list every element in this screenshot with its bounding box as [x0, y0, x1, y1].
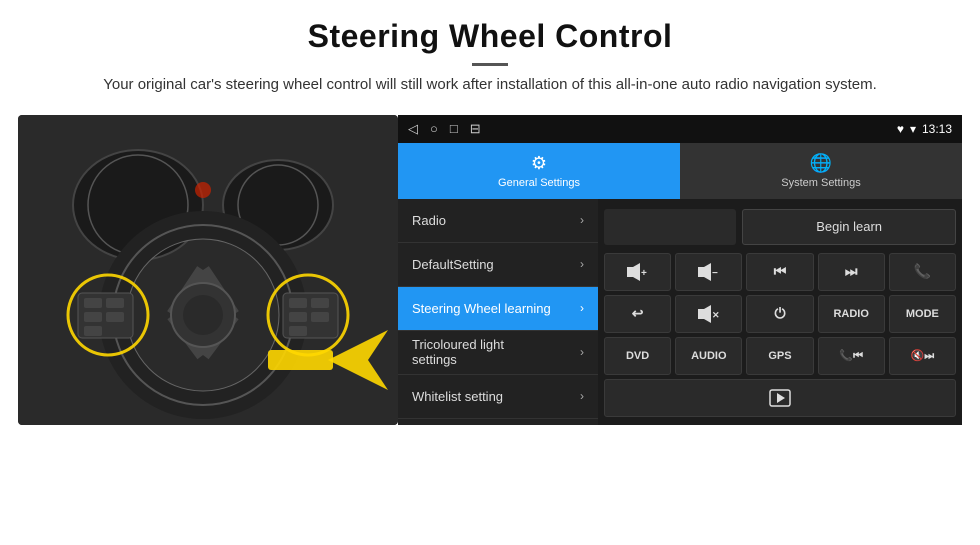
header-section: Steering Wheel Control Your original car… — [0, 0, 980, 107]
left-menu: Radio › DefaultSetting › Steering Wheel … — [398, 199, 598, 425]
svg-text:+: + — [641, 268, 647, 279]
control-row-3: DVD AUDIO GPS 📞⏮ 🔇⏭ — [604, 337, 956, 375]
menu-item-tricoloured[interactable]: Tricoloured lightsettings › — [398, 331, 598, 375]
steering-wheel-image — [18, 115, 398, 425]
back-icon[interactable]: ◁ — [408, 121, 418, 137]
mute-next-button[interactable]: 🔇⏭ — [889, 337, 956, 375]
title-divider — [472, 63, 508, 66]
home-icon[interactable]: ○ — [430, 121, 438, 136]
chevron-icon: › — [580, 389, 584, 403]
recents-icon[interactable]: □ — [450, 121, 458, 136]
chevron-icon: › — [580, 257, 584, 271]
tab-system-label: System Settings — [781, 177, 860, 189]
chevron-icon: › — [580, 345, 584, 359]
control-row-1: + − ⏮ ⏭ 📞 — [604, 253, 956, 291]
status-right: ♥ ▾ 13:13 — [897, 122, 952, 136]
menu-default-label: DefaultSetting — [412, 257, 494, 272]
control-row-2: ↩ ✕ ⏻ RADIO MODE — [604, 295, 956, 333]
vol-up-button[interactable]: + — [604, 253, 671, 291]
menu-radio-label: Radio — [412, 213, 446, 228]
dvd-button[interactable]: DVD — [604, 337, 671, 375]
content-area: ◁ ○ □ ⊟ ♥ ▾ 13:13 ⚙ General Settings — [0, 107, 980, 545]
menu-icon[interactable]: ⊟ — [470, 121, 481, 137]
last-row — [604, 379, 956, 417]
chevron-icon: › — [580, 213, 584, 227]
menu-whitelist-label: Whitelist setting — [412, 389, 503, 404]
tab-system[interactable]: 🌐 System Settings — [680, 143, 962, 199]
page-wrapper: Steering Wheel Control Your original car… — [0, 0, 980, 545]
radio-button[interactable]: RADIO — [818, 295, 885, 333]
panel-main: Radio › DefaultSetting › Steering Wheel … — [398, 199, 962, 425]
mode-button[interactable]: MODE — [889, 295, 956, 333]
status-icons: ◁ ○ □ ⊟ — [408, 121, 481, 137]
vol-down-button[interactable]: − — [675, 253, 742, 291]
menu-item-default[interactable]: DefaultSetting › — [398, 243, 598, 287]
call-button[interactable]: 📞 — [889, 253, 956, 291]
time-display: 13:13 — [922, 122, 952, 136]
svg-text:−: − — [712, 268, 718, 279]
tab-general[interactable]: ⚙ General Settings — [398, 143, 680, 199]
system-settings-icon: 🌐 — [810, 153, 832, 174]
tab-general-label: General Settings — [498, 177, 580, 189]
menu-tricoloured-label: Tricoloured lightsettings — [412, 337, 504, 367]
menu-steering-label: Steering Wheel learning — [412, 301, 551, 316]
call-prev-button[interactable]: 📞⏮ — [818, 337, 885, 375]
location-icon: ♥ — [897, 122, 904, 136]
empty-cell — [604, 209, 736, 245]
svg-text:✕: ✕ — [712, 310, 720, 320]
begin-learn-button[interactable]: Begin learn — [742, 209, 956, 245]
mute-button[interactable]: ✕ — [675, 295, 742, 333]
page-title: Steering Wheel Control — [80, 18, 900, 55]
audio-button[interactable]: AUDIO — [675, 337, 742, 375]
media-button[interactable] — [604, 379, 956, 417]
prev-track-button[interactable]: ⏮ — [746, 253, 813, 291]
gps-button[interactable]: GPS — [746, 337, 813, 375]
menu-item-steering[interactable]: Steering Wheel learning › — [398, 287, 598, 331]
general-settings-icon: ⚙ — [531, 153, 547, 174]
subtitle-text: Your original car's steering wheel contr… — [80, 74, 900, 97]
call-end-button[interactable]: ↩ — [604, 295, 671, 333]
next-track-button[interactable]: ⏭ — [818, 253, 885, 291]
chevron-icon: › — [580, 301, 584, 315]
android-panel: ◁ ○ □ ⊟ ♥ ▾ 13:13 ⚙ General Settings — [398, 115, 962, 425]
wifi-icon: ▾ — [910, 122, 916, 136]
status-bar: ◁ ○ □ ⊟ ♥ ▾ 13:13 — [398, 115, 962, 143]
menu-item-whitelist[interactable]: Whitelist setting › — [398, 375, 598, 419]
menu-item-radio[interactable]: Radio › — [398, 199, 598, 243]
right-control-panel: Begin learn + − — [598, 199, 962, 425]
begin-learn-row: Begin learn — [604, 205, 956, 249]
power-button[interactable]: ⏻ — [746, 295, 813, 333]
tab-bar: ⚙ General Settings 🌐 System Settings — [398, 143, 962, 199]
